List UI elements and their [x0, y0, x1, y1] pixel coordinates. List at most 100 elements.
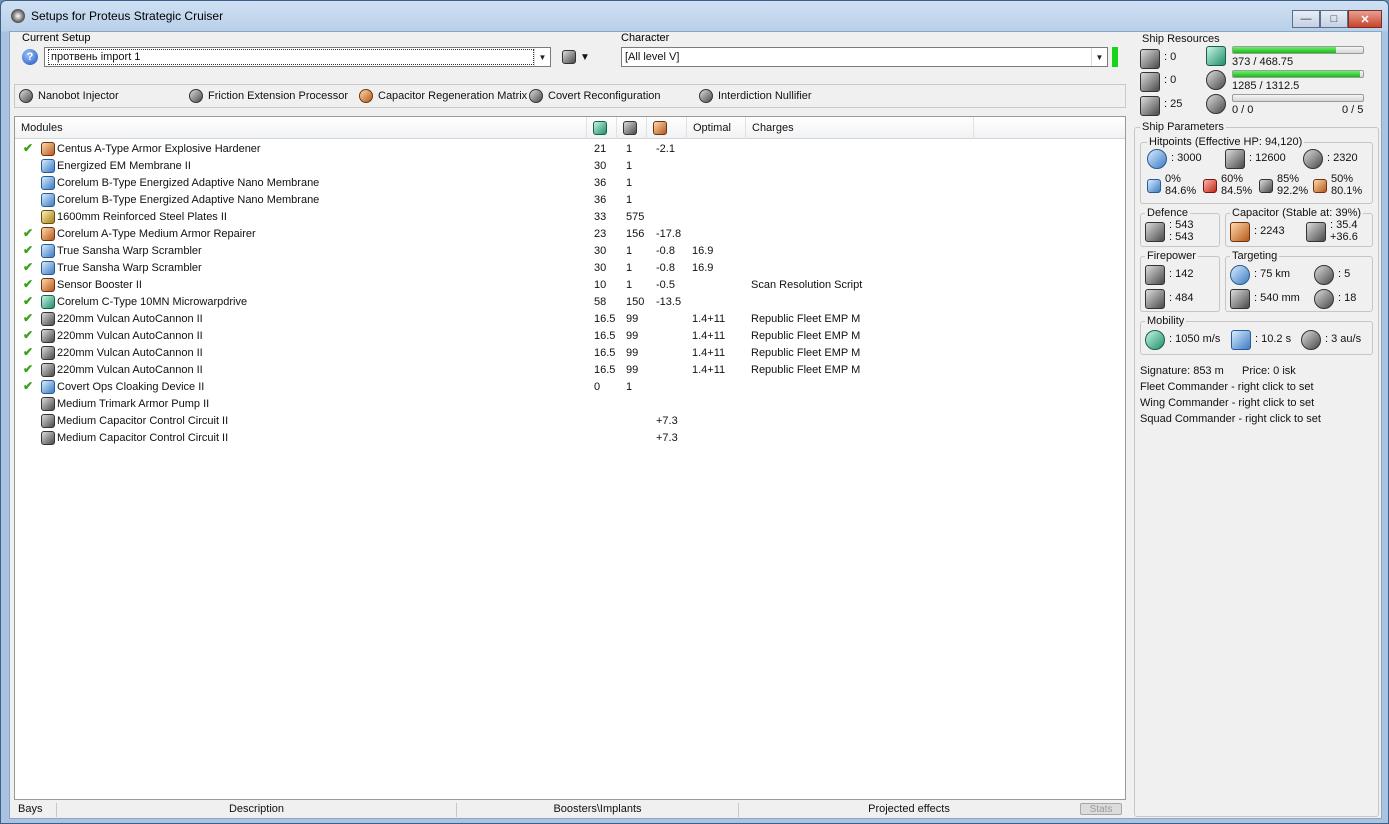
- targeting-range-icon: [1230, 265, 1250, 285]
- active-check-icon[interactable]: ✔: [23, 226, 33, 240]
- table-row[interactable]: ✔ True Sansha Warp Scrambler 30 1 -0.8 16.9: [15, 243, 1125, 260]
- max-targets-icon: [1314, 265, 1334, 285]
- title-bar[interactable]: Setups for Proteus Strategic Cruiser — □…: [1, 1, 1388, 31]
- chevron-down-icon[interactable]: ▼: [1091, 48, 1107, 66]
- table-row[interactable]: ✔ Corelum C-Type 10MN Microwarpdrive 58 150…: [15, 294, 1125, 311]
- column-header-powergrid[interactable]: [617, 117, 647, 139]
- subsystem-item[interactable]: Capacitor Regeneration Matrix: [359, 89, 527, 103]
- capacitor-value-a: : 35.4: [1330, 219, 1358, 231]
- tab-boosters-implants[interactable]: Boosters\Implants: [457, 803, 739, 817]
- mobility-group: Mobility : 1050 m/s : 10.2 s : 3 au/s: [1140, 315, 1373, 355]
- module-cpu: 58: [594, 296, 607, 308]
- price-value: Price: 0 isk: [1242, 365, 1296, 377]
- column-header-modules[interactable]: Modules: [15, 117, 587, 139]
- cpu-bar: [1232, 46, 1364, 54]
- table-row[interactable]: Corelum B-Type Energized Adaptive Nano M…: [15, 192, 1125, 209]
- table-row[interactable]: ✔ Centus A-Type Armor Explosive Hardener 2…: [15, 141, 1125, 158]
- hitpoints-title: Hitpoints (Effective HP: 94,120): [1147, 136, 1305, 148]
- resist-value: 0%: [1165, 173, 1181, 185]
- module-name: 220mm Vulcan AutoCannon II: [57, 364, 203, 376]
- stats-button[interactable]: Stats: [1080, 803, 1122, 815]
- active-check-icon[interactable]: ✔: [23, 328, 33, 342]
- cpu-icon: [1206, 46, 1226, 66]
- chevron-down-icon[interactable]: ▼: [534, 48, 550, 66]
- column-header-capacitor[interactable]: [647, 117, 687, 139]
- table-row[interactable]: Corelum B-Type Energized Adaptive Nano M…: [15, 175, 1125, 192]
- active-check-icon[interactable]: ✔: [23, 260, 33, 274]
- module-icon: [41, 346, 55, 360]
- subsystem-item[interactable]: Nanobot Injector: [19, 89, 119, 103]
- table-row[interactable]: ✔ Covert Ops Cloaking Device II 0 1: [15, 379, 1125, 396]
- column-header-cpu[interactable]: [587, 117, 617, 139]
- module-optimal: 1.4+11: [692, 364, 726, 376]
- active-check-icon[interactable]: ✔: [23, 277, 33, 291]
- table-row[interactable]: Medium Trimark Armor Pump II: [15, 396, 1125, 413]
- module-name: Centus A-Type Armor Explosive Hardener: [57, 143, 261, 155]
- table-row[interactable]: ✔ 220mm Vulcan AutoCannon II 16.5 99 1.4+11 R…: [15, 345, 1125, 362]
- module-cpu: 0: [594, 381, 601, 393]
- table-row[interactable]: Energized EM Membrane II 30 1: [15, 158, 1125, 175]
- structure-hp-value: : 2320: [1327, 152, 1358, 164]
- module-icon: [41, 176, 55, 190]
- module-name: Sensor Booster II: [57, 279, 142, 291]
- module-name: Medium Capacitor Control Circuit II: [57, 415, 229, 427]
- active-check-icon[interactable]: ✔: [23, 141, 33, 155]
- sensor-strength-value: : 18: [1338, 292, 1357, 304]
- tab-bays[interactable]: Bays: [14, 803, 57, 817]
- module-cpu: 30: [594, 262, 607, 274]
- setup-combo[interactable]: протвень import 1 ▼: [44, 47, 551, 67]
- column-header-optimal[interactable]: Optimal: [687, 117, 746, 139]
- table-row[interactable]: ✔ 220mm Vulcan AutoCannon II 16.5 99 1.4+11 R…: [15, 362, 1125, 379]
- active-check-icon[interactable]: ✔: [23, 379, 33, 393]
- active-check-icon[interactable]: ✔: [23, 345, 33, 359]
- wing-commander-slot[interactable]: Wing Commander - right click to set: [1140, 397, 1314, 409]
- module-powergrid: 1: [626, 160, 633, 172]
- active-check-icon[interactable]: ✔: [23, 243, 33, 257]
- chevron-down-icon: ▼: [580, 51, 590, 63]
- subsystem-item[interactable]: Interdiction Nullifier: [699, 89, 812, 103]
- defence-title: Defence: [1145, 207, 1190, 219]
- module-powergrid: 1: [626, 143, 633, 155]
- squad-commander-slot[interactable]: Squad Commander - right click to set: [1140, 413, 1321, 425]
- column-header-charges[interactable]: Charges: [746, 117, 974, 139]
- tab-description[interactable]: Description: [57, 803, 457, 817]
- maximize-button[interactable]: □: [1320, 10, 1348, 28]
- module-name: Corelum B-Type Energized Adaptive Nano M…: [57, 194, 320, 206]
- table-row[interactable]: Medium Capacitor Control Circuit II +7.3: [15, 430, 1125, 447]
- active-check-icon[interactable]: ✔: [23, 294, 33, 308]
- subsystem-item[interactable]: Friction Extension Processor: [189, 89, 348, 103]
- character-combo[interactable]: [All level V] ▼: [621, 47, 1108, 67]
- table-row[interactable]: ✔ True Sansha Warp Scrambler 30 1 -0.8 16.9: [15, 260, 1125, 277]
- module-charge: Republic Fleet EMP M: [751, 364, 861, 376]
- capacitor-amount-value: : 2243: [1254, 225, 1285, 237]
- table-row[interactable]: Medium Capacitor Control Circuit II +7.3: [15, 413, 1125, 430]
- help-icon[interactable]: ?: [22, 49, 38, 65]
- close-button[interactable]: ✕: [1348, 10, 1382, 28]
- firepower-group: Firepower : 142 : 484: [1140, 250, 1220, 312]
- module-optimal: 1.4+11: [692, 347, 726, 359]
- cpu-bar-fill: [1233, 47, 1337, 53]
- table-row[interactable]: ✔ 220mm Vulcan AutoCannon II 16.5 99 1.4+11 R…: [15, 311, 1125, 328]
- table-row[interactable]: 1600mm Reinforced Steel Plates II 33 575: [15, 209, 1125, 226]
- setup-tools-button[interactable]: ▼: [562, 47, 590, 67]
- tab-projected-effects[interactable]: Projected effects: [739, 803, 1079, 817]
- table-row[interactable]: ✔ 220mm Vulcan AutoCannon II 16.5 99 1.4+11 R…: [15, 328, 1125, 345]
- minimize-button[interactable]: —: [1292, 10, 1320, 28]
- active-check-icon[interactable]: ✔: [23, 362, 33, 376]
- module-cpu: 16.5: [594, 330, 616, 342]
- subsystem-item[interactable]: Covert Reconfiguration: [529, 89, 661, 103]
- fleet-commander-slot[interactable]: Fleet Commander - right click to set: [1140, 381, 1314, 393]
- firepower-value-b: : 484: [1169, 292, 1194, 304]
- module-powergrid: 99: [626, 313, 639, 325]
- powergrid-icon: [623, 121, 637, 136]
- table-row[interactable]: ✔ Corelum A-Type Medium Armor Repairer 23 1…: [15, 226, 1125, 243]
- main-window: Setups for Proteus Strategic Cruiser — □…: [0, 0, 1389, 824]
- turret-dps-icon: [1145, 265, 1165, 285]
- table-row[interactable]: ✔ Sensor Booster II 10 1 -0.5 Scan Resolution…: [15, 277, 1125, 294]
- module-name: Corelum C-Type 10MN Microwarpdrive: [57, 296, 248, 308]
- explosive-resist-icon: [1313, 179, 1327, 193]
- active-check-icon[interactable]: ✔: [23, 311, 33, 325]
- module-cpu: 16.5: [594, 347, 616, 359]
- module-icon: [41, 295, 55, 309]
- modules-table[interactable]: Modules Optimal Charges ✔ Centus A-Type A…: [14, 116, 1126, 800]
